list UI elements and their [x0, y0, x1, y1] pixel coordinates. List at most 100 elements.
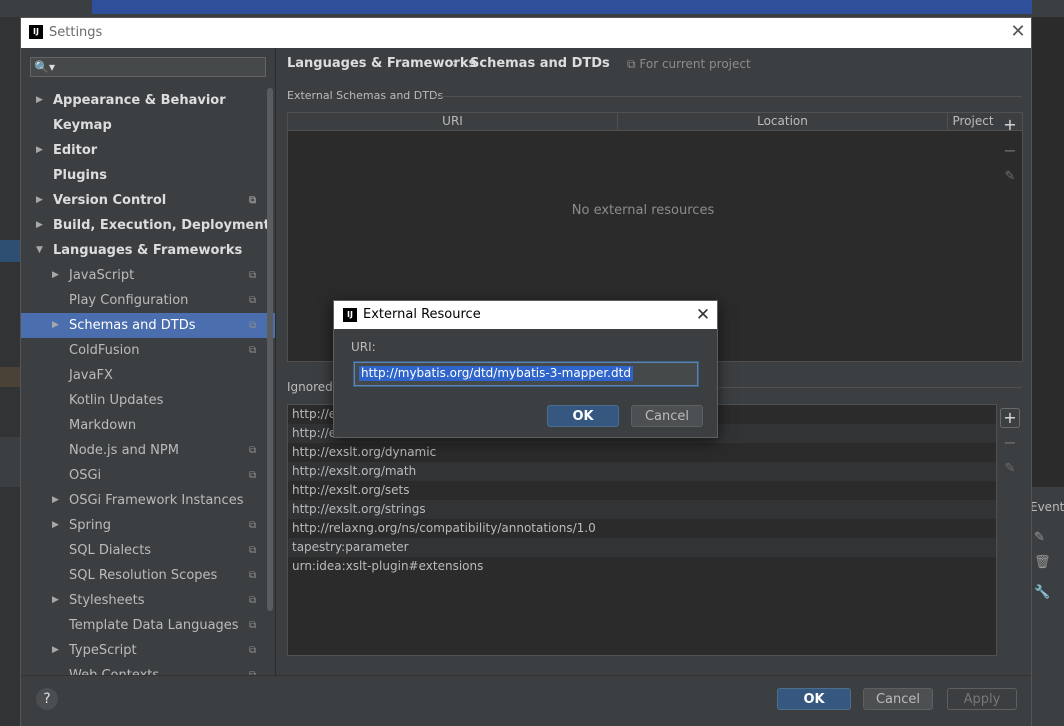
dialog-ok-button[interactable]: OK	[547, 405, 619, 427]
trash-icon[interactable]: 🗑	[1034, 555, 1051, 570]
sidebar-item-label: Appearance & Behavior	[53, 93, 226, 108]
sidebar-scrollbar[interactable]	[267, 88, 273, 611]
edit-icon[interactable]: ✎	[1001, 168, 1019, 186]
sidebar-item[interactable]: SQL Dialects ⧉	[21, 538, 275, 563]
sidebar-item[interactable]: Web Contexts ⧉	[21, 663, 275, 675]
remove-icon[interactable]: −	[1001, 142, 1019, 160]
remove-icon[interactable]: −	[1001, 434, 1019, 452]
ide-left-strip	[0, 17, 20, 726]
project-scope-label: ⧉ For current project	[627, 57, 751, 71]
sidebar-item[interactable]: ▶ Spring ⧉	[21, 513, 275, 538]
sidebar-item[interactable]: ▶ Stylesheets ⧉	[21, 588, 275, 613]
sidebar-item-label: Node.js and NPM	[69, 443, 179, 458]
uri-input[interactable]: http://mybatis.org/dtd/mybatis-3-mapper.…	[354, 362, 698, 386]
breadcrumb-separator: ›	[452, 56, 458, 71]
add-icon[interactable]: +	[1000, 408, 1020, 428]
sidebar-item-label: Languages & Frameworks	[53, 243, 243, 258]
sidebar-item-label: ColdFusion	[69, 343, 140, 358]
list-item[interactable]: http://exslt.org/strings	[288, 500, 996, 519]
project-level-icon: ⧉	[249, 195, 257, 206]
dialog-cancel-button[interactable]: Cancel	[631, 405, 703, 427]
project-level-icon: ⧉	[249, 295, 257, 306]
chevron-right-icon[interactable]: ▶	[52, 638, 59, 663]
sidebar-item[interactable]: SQL Resolution Scopes ⧉	[21, 563, 275, 588]
chevron-right-icon[interactable]: ▶	[52, 263, 59, 288]
wrench-icon[interactable]: 🔧	[1034, 585, 1050, 600]
list-item[interactable]: tapestry:parameter	[288, 538, 996, 557]
chevron-right-icon[interactable]: ▶	[36, 213, 43, 238]
event-log-tab[interactable]: Event	[1030, 500, 1064, 518]
chevron-right-icon[interactable]: ▶	[52, 513, 59, 538]
sidebar-item[interactable]: Markdown	[21, 413, 275, 438]
sidebar-item[interactable]: ▶ TypeScript ⧉	[21, 638, 275, 663]
sidebar-item-label: Play Configuration	[69, 293, 189, 308]
edit-icon[interactable]: ✎	[1001, 460, 1019, 478]
sidebar-item-label: SQL Resolution Scopes	[69, 568, 218, 583]
sidebar-item-label: Kotlin Updates	[69, 393, 164, 408]
chevron-right-icon[interactable]: ▶	[52, 488, 59, 513]
search-input[interactable]: 🔍▾	[30, 57, 266, 77]
sidebar-item[interactable]: ▶ Editor	[21, 138, 275, 163]
sidebar-divider[interactable]	[275, 48, 276, 675]
sidebar-item[interactable]: Template Data Languages ⧉	[21, 613, 275, 638]
list-item[interactable]: http://exslt.org/math	[288, 462, 996, 481]
help-button[interactable]: ?	[36, 688, 58, 710]
sidebar-item[interactable]: ▶ OSGi Framework Instances	[21, 488, 275, 513]
sidebar-item[interactable]: ▶ JavaScript ⧉	[21, 263, 275, 288]
sidebar-item[interactable]: Node.js and NPM ⧉	[21, 438, 275, 463]
chevron-right-icon[interactable]: ▶	[36, 138, 43, 163]
close-icon[interactable]: ✕	[692, 304, 714, 326]
intellij-logo-icon: IJ	[343, 308, 357, 322]
edit-icon[interactable]: ✎	[1034, 530, 1048, 545]
chevron-right-icon[interactable]: ▶	[52, 313, 59, 338]
close-icon[interactable]: ✕	[1007, 21, 1029, 43]
sidebar-item[interactable]: ▶ Appearance & Behavior	[21, 88, 275, 113]
sidebar-item-label: Plugins	[53, 168, 107, 183]
column-project[interactable]: Project	[948, 113, 998, 130]
sidebar-item[interactable]: OSGi ⧉	[21, 463, 275, 488]
project-level-icon: ⧉	[249, 570, 257, 581]
sidebar-item[interactable]: Keymap	[21, 113, 275, 138]
dialog-titlebar: IJ External Resource ✕	[334, 301, 717, 329]
project-level-icon: ⧉	[249, 345, 257, 356]
apply-button[interactable]: Apply	[947, 688, 1017, 710]
empty-state-text: No external resources	[571, 203, 715, 218]
list-item[interactable]: http://exslt.org/dynamic	[288, 443, 996, 462]
settings-footer: ? OK Cancel Apply	[21, 675, 1031, 726]
intellij-logo-icon: IJ	[29, 25, 43, 39]
project-level-icon: ⧉	[249, 470, 257, 481]
cancel-button[interactable]: Cancel	[863, 688, 933, 710]
sidebar-item[interactable]: ▶ Schemas and DTDs ⧉	[21, 313, 275, 338]
search-icon[interactable]: 🔍▾	[34, 58, 55, 76]
list-item[interactable]: urn:idea:xslt-plugin#extensions	[288, 557, 996, 576]
sidebar-item-label: Build, Execution, Deployment	[53, 218, 270, 233]
sidebar-item[interactable]: Plugins	[21, 163, 275, 188]
sidebar-item[interactable]: Kotlin Updates	[21, 388, 275, 413]
ok-button[interactable]: OK	[777, 688, 851, 710]
chevron-right-icon[interactable]: ▶	[52, 588, 59, 613]
list-item[interactable]: http://exslt.org/sets	[288, 481, 996, 500]
sidebar-item[interactable]: Play Configuration ⧉	[21, 288, 275, 313]
settings-titlebar: IJ Settings ✕	[21, 18, 1031, 48]
sidebar-item[interactable]: ColdFusion ⧉	[21, 338, 275, 363]
sidebar-item[interactable]: ▼ Languages & Frameworks	[21, 238, 275, 263]
project-level-icon: ⧉	[249, 645, 257, 656]
external-resource-dialog: IJ External Resource ✕ URI: http://mybat…	[333, 300, 718, 438]
sidebar-item-label: JavaScript	[69, 268, 135, 283]
add-icon[interactable]: +	[1001, 116, 1019, 134]
sidebar-item-label: Template Data Languages	[69, 618, 239, 633]
chevron-right-icon[interactable]: ▶	[36, 188, 43, 213]
list-item[interactable]: http://relaxng.org/ns/compatibility/anno…	[288, 519, 996, 538]
sidebar-item[interactable]: JavaFX	[21, 363, 275, 388]
sidebar-item-label: Markdown	[69, 418, 137, 433]
ignored-schemas-list[interactable]: http://e http://e http://exslt.org/dynamic…	[287, 404, 997, 656]
sidebar-item[interactable]: ▶ Build, Execution, Deployment	[21, 213, 275, 238]
column-location[interactable]: Location	[618, 113, 948, 130]
chevron-down-icon[interactable]: ▼	[36, 238, 43, 263]
chevron-right-icon[interactable]: ▶	[36, 88, 43, 113]
sidebar-item-label: Stylesheets	[69, 593, 145, 608]
ide-selected-row	[0, 240, 20, 262]
sidebar-item[interactable]: ▶ Version Control ⧉	[21, 188, 275, 213]
column-uri[interactable]: URI	[288, 113, 618, 130]
ide-right-strip	[1032, 17, 1064, 726]
